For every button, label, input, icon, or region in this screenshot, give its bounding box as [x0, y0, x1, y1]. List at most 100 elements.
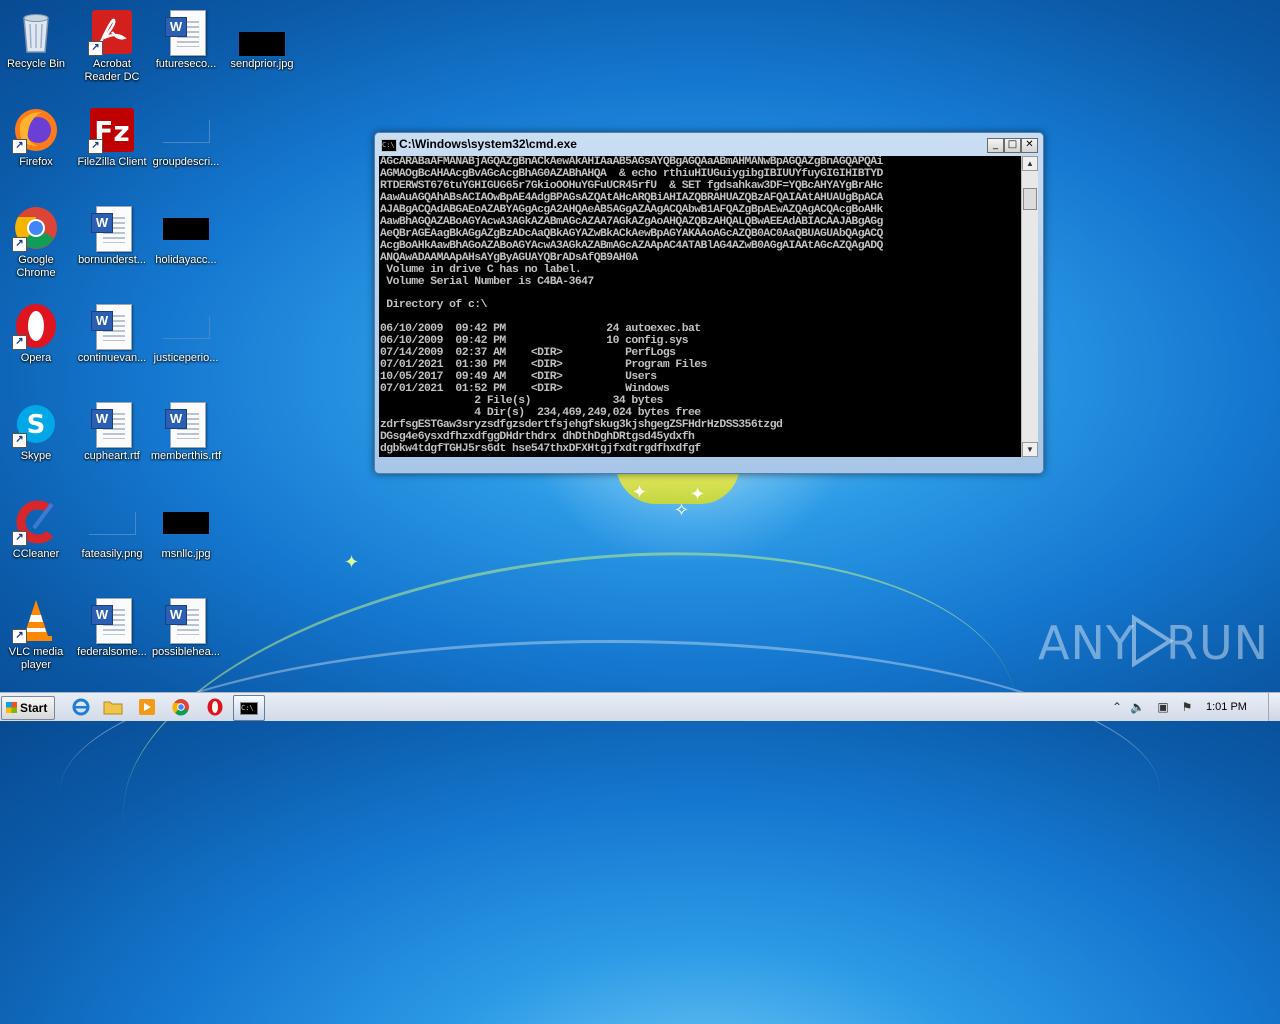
desktop-icon-label: federalsome...: [77, 646, 147, 658]
console-line: 07/01/2021 01:30 PM <DIR> Program Files: [380, 359, 707, 372]
image-file-icon: [88, 498, 136, 546]
vertical-scrollbar[interactable]: ▲ ▼: [1021, 156, 1038, 457]
desktop-icon-firefox[interactable]: ↗ Firefox: [0, 100, 74, 169]
network-icon[interactable]: ▣: [1156, 700, 1170, 714]
desktop-icon-label: Skype: [20, 450, 52, 462]
desktop-icon-opera[interactable]: ↗ Opera: [0, 296, 74, 365]
desktop-icon-label: possiblehea...: [152, 646, 220, 658]
sparkle-icon: ✦: [690, 484, 706, 504]
desktop-icon-label: Firefox: [19, 156, 53, 168]
cmd-taskbar-icon: C:\: [240, 702, 258, 715]
speaker-icon[interactable]: 🔈: [1130, 700, 1145, 714]
shortcut-arrow-icon: ↗: [12, 433, 27, 448]
taskbar: Start C:\ ⌃ 🔈 ▣ ⚑ 1:01 PM: [0, 692, 1280, 721]
wallpaper-swoosh: [60, 640, 1160, 943]
image-file-icon: [162, 106, 210, 154]
desktop-icon-label: Opera: [20, 352, 52, 364]
desktop-icon-image[interactable]: groupdescri...: [148, 100, 224, 169]
cmd-titlebar[interactable]: C:\ C:\Windows\system32\cmd.exe _ □ ✕: [379, 136, 1039, 154]
desktop-icon-label: FileZilla Client: [77, 156, 147, 168]
windows-logo-icon: [6, 702, 17, 713]
desktop-icon-acrobat-reader[interactable]: ↗ Acrobat Reader DC: [74, 2, 150, 84]
console-line: RTDERWST676tuYGHIGUG65r7GkioOOHuYGFuUCR4…: [380, 179, 883, 192]
window-title: C:\Windows\system32\cmd.exe: [399, 137, 577, 151]
desktop-icon-doc[interactable]: W federalsome...: [74, 590, 150, 659]
image-file-icon: [238, 8, 286, 56]
sparkle-icon: ✧: [674, 500, 690, 520]
show-desktop-button[interactable]: [1268, 693, 1280, 721]
scroll-thumb[interactable]: [1023, 188, 1037, 210]
maximize-button[interactable]: □: [1004, 138, 1021, 153]
desktop-icon-image[interactable]: fateasily.png: [74, 492, 150, 561]
desktop-icon-image[interactable]: holidayacc...: [148, 198, 224, 267]
desktop-icon-label: Acrobat Reader DC: [84, 58, 140, 83]
desktop-icon-label: Recycle Bin: [6, 58, 66, 70]
desktop-icon-label: memberthis.rtf: [150, 450, 222, 462]
cmd-window[interactable]: C:\ C:\Windows\system32\cmd.exe _ □ ✕ AG…: [374, 132, 1044, 474]
desktop-icon-image[interactable]: justiceperio...: [148, 296, 224, 365]
shortcut-arrow-icon: ↗: [12, 237, 27, 252]
console-line: zdrfsgESTGaw3sryzsdfgzsdertfsjehgfskug3k…: [380, 418, 783, 431]
desktop-icon-filezilla[interactable]: Fz ↗ FileZilla Client: [74, 100, 150, 169]
sparkle-icon: ✦: [344, 552, 360, 572]
console-line: 10/05/2017 09:49 AM <DIR> Users: [380, 371, 657, 384]
desktop-icon-image[interactable]: msnllc.jpg: [148, 492, 224, 561]
word-document-icon: W: [162, 400, 210, 448]
console-line: AJABgACQAdABGAEoAZABYAGgAcgA2AHQAeAB5AGg…: [380, 203, 883, 216]
opera-icon: ↗: [12, 302, 60, 350]
media-player-icon[interactable]: [136, 697, 158, 717]
sparkle-icon: ✦: [632, 482, 648, 502]
console-line: 2 File(s) 34 bytes: [380, 395, 663, 408]
console-output[interactable]: AGcARABaAFMANABjAGQAZgBnACkAewAkAHIAaAB5…: [379, 156, 1021, 457]
explorer-folder-icon[interactable]: [102, 697, 124, 717]
word-document-icon: W: [88, 400, 136, 448]
tray-expand-arrow-icon[interactable]: ⌃: [1110, 700, 1124, 714]
desktop-icon-label: Google Chrome: [16, 254, 56, 279]
desktop-icon-doc[interactable]: W bornunderst...: [74, 198, 150, 267]
action-center-flag-icon[interactable]: ⚑: [1180, 700, 1194, 714]
taskbar-cmd-button[interactable]: C:\: [233, 695, 265, 721]
vlc-cone-icon: ↗: [12, 596, 60, 644]
desktop-icon-ccleaner[interactable]: ↗ CCleaner: [0, 492, 74, 561]
desktop-icon-vlc[interactable]: ↗ VLC media player: [0, 590, 74, 672]
start-button[interactable]: Start: [1, 696, 55, 720]
desktop-icon-label: fateasily.png: [81, 548, 143, 560]
desktop-icon-skype[interactable]: S ↗ Skype: [0, 394, 74, 463]
close-button[interactable]: ✕: [1021, 138, 1038, 153]
desktop-icon-doc[interactable]: W cupheart.rtf: [74, 394, 150, 463]
skype-icon: S ↗: [12, 400, 60, 448]
image-file-icon: [162, 204, 210, 252]
shortcut-arrow-icon: ↗: [12, 335, 27, 350]
scroll-up-arrow-icon[interactable]: ▲: [1022, 156, 1038, 171]
ie-icon[interactable]: [70, 697, 92, 717]
desktop-icon-label: cupheart.rtf: [84, 450, 140, 462]
taskbar-clock[interactable]: 1:01 PM: [1206, 701, 1247, 713]
shortcut-arrow-icon: ↗: [12, 531, 27, 546]
watermark-text-right: RUN: [1166, 616, 1270, 670]
scroll-down-arrow-icon[interactable]: ▼: [1022, 442, 1038, 457]
image-file-icon: [162, 302, 210, 350]
desktop-icon-label: continuevan...: [77, 352, 147, 364]
console-line: 07/14/2009 02:37 AM <DIR> PerfLogs: [380, 347, 676, 360]
desktop-icon-label: CCleaner: [12, 548, 60, 560]
shortcut-arrow-icon: ↗: [12, 629, 27, 644]
desktop-icon-doc[interactable]: W possiblehea...: [148, 590, 224, 659]
desktop-icon-doc[interactable]: W continuevan...: [74, 296, 150, 365]
desktop-icon-image[interactable]: sendprior.jpg: [224, 2, 300, 71]
desktop-icon-recycle-bin[interactable]: Recycle Bin: [0, 2, 74, 71]
chrome-icon: ↗: [12, 204, 60, 252]
console-line: AGMAOgBcAHAAcgBvAGcAcgBhAG0AZABhAHQA & e…: [380, 167, 883, 180]
desktop-icon-label: bornunderst...: [78, 254, 146, 266]
console-line: 06/10/2009 09:42 PM 10 config.sys: [380, 335, 689, 348]
console-line: dgbkw4tdgfTGHJ5rs6dt hse547thxDFXHtgjfxd…: [380, 442, 701, 455]
desktop-icon-google-chrome[interactable]: ↗ Google Chrome: [0, 198, 74, 280]
minimize-button[interactable]: _: [987, 138, 1004, 153]
chrome-taskbar-icon[interactable]: [170, 697, 192, 717]
console-line: ANQAwADAAMAApAHsAYgByAGUAYQBrADsAfQB9AH0…: [380, 251, 638, 264]
desktop-icon-doc[interactable]: W futureseco...: [148, 2, 224, 71]
opera-taskbar-icon[interactable]: [204, 697, 226, 717]
desktop-icon-label: msnllc.jpg: [161, 548, 211, 560]
desktop-icon-doc[interactable]: W memberthis.rtf: [148, 394, 224, 463]
console-line: 07/01/2021 01:52 PM <DIR> Windows: [380, 383, 670, 396]
desktop-icon-label: sendprior.jpg: [230, 58, 294, 70]
